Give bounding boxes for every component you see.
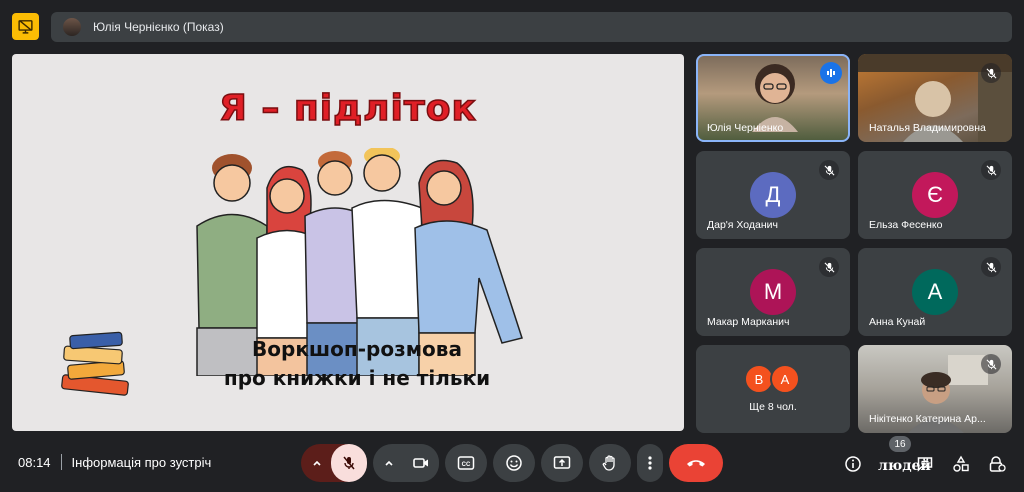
avatar: А: [770, 364, 800, 394]
others-count-label: Ще 8 чол.: [749, 401, 797, 413]
svg-text:CC: CC: [462, 462, 471, 468]
chat-icon: [917, 457, 933, 472]
participant-tile[interactable]: Д Дар'я Ходанич: [696, 151, 850, 239]
emoji-icon: [506, 455, 522, 471]
chevron-up-icon: [385, 460, 393, 466]
clock: 08:14: [18, 454, 51, 470]
participant-name: Нікітенко Катерина Ар...: [869, 413, 986, 425]
mic-toggle-button[interactable]: [331, 444, 367, 482]
mic-off-icon: [819, 257, 839, 277]
participant-name: Дар'я Ходанич: [707, 219, 778, 231]
presentation-icon[interactable]: [12, 13, 39, 40]
slide-title: Я – підліток: [218, 87, 477, 130]
camera-toggle-button[interactable]: [403, 444, 439, 482]
avatar: Д: [750, 172, 796, 218]
mic-off-icon: [981, 160, 1001, 180]
mic-off-icon: [819, 160, 839, 180]
avatar: А: [912, 269, 958, 315]
mic-options-button[interactable]: [302, 444, 332, 482]
others-tile[interactable]: В А Ще 8 чол.: [696, 345, 850, 433]
participant-name: Анна Кунай: [869, 316, 926, 328]
presenter-bar[interactable]: Юлія Чернієнко (Показ): [51, 12, 1012, 42]
mic-off-icon: [981, 257, 1001, 277]
more-vert-icon: [648, 456, 652, 470]
hand-icon: [602, 455, 615, 471]
participant-tile[interactable]: Юлія Черніенко: [696, 54, 850, 142]
reactions-button[interactable]: [493, 444, 535, 482]
participant-tile[interactable]: Є Ельза Фесенко: [858, 151, 1012, 239]
camera-options-button[interactable]: [374, 444, 404, 482]
mic-off-icon: [343, 456, 355, 470]
participant-tile[interactable]: Нікітенко Катерина Ар...: [858, 345, 1012, 433]
mic-off-icon: [981, 354, 1001, 374]
avatar: Є: [912, 172, 958, 218]
meeting-info-bar: 08:14 Інформація про зустріч: [18, 454, 211, 470]
slide-subtitle-line2: про книжки і не тільки: [223, 366, 491, 390]
video-camera-icon: [413, 458, 428, 468]
participant-name: Юлія Черніенко: [707, 122, 784, 134]
presenter-label: Юлія Чернієнко (Показ): [93, 20, 224, 34]
chat-button[interactable]: [912, 451, 938, 477]
end-call-button[interactable]: [669, 444, 723, 482]
mic-off-icon: [981, 63, 1001, 83]
participant-name: Ельза Фесенко: [869, 219, 943, 231]
avatar: М: [750, 269, 796, 315]
chevron-up-icon: [313, 460, 321, 466]
meeting-details-button[interactable]: [840, 451, 866, 477]
others-avatars: В А: [744, 364, 800, 394]
participant-name: Наталья Владимировна: [869, 122, 986, 134]
participant-tile[interactable]: М Макар Марканич: [696, 248, 850, 336]
info-icon: [845, 456, 861, 472]
activities-button[interactable]: [948, 451, 974, 477]
lock-person-icon: [989, 456, 1006, 472]
present-button[interactable]: [541, 444, 583, 482]
raise-hand-button[interactable]: [589, 444, 631, 482]
shapes-icon: [953, 455, 969, 472]
presenter-avatar: [63, 18, 81, 36]
present-screen-icon: [553, 456, 571, 469]
hang-up-icon: [687, 460, 705, 467]
closed-captions-icon: CC: [457, 456, 475, 470]
speaking-icon: [820, 62, 842, 84]
divider: [60, 454, 62, 470]
shared-presentation: Я – підліток Воркшоп-розмова про книжки …: [12, 54, 684, 431]
participant-tile[interactable]: Наталья Владимировна: [858, 54, 1012, 142]
slide-subtitle-line1: Воркшоп-розмова: [252, 337, 462, 361]
participant-name: Макар Марканич: [707, 316, 790, 328]
host-controls-button[interactable]: [984, 451, 1010, 477]
people-count-badge: 16: [889, 436, 911, 452]
participant-tile[interactable]: А Анна Кунай: [858, 248, 1012, 336]
books-icon: [61, 331, 129, 396]
more-options-button[interactable]: [637, 444, 663, 482]
captions-button[interactable]: CC: [445, 444, 487, 482]
meeting-info-link[interactable]: Інформація про зустріч: [72, 455, 212, 470]
